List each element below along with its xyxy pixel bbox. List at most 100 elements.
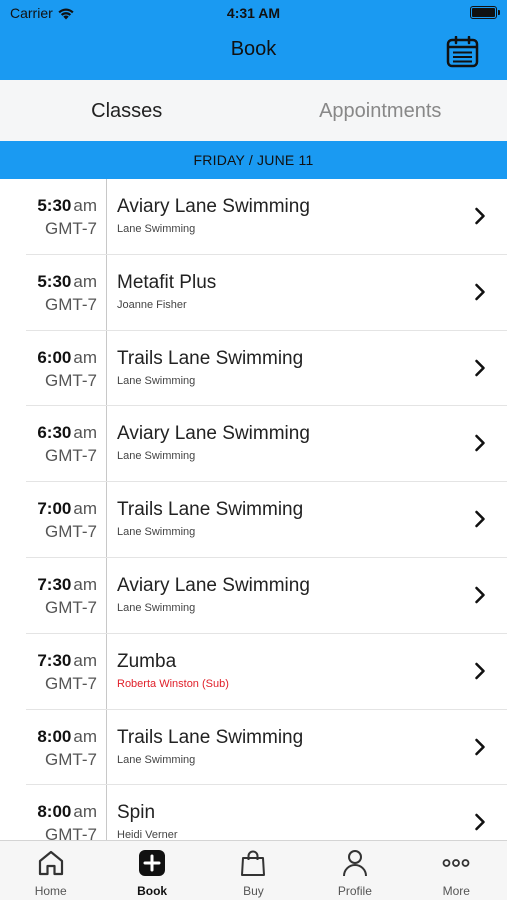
class-name: Trails Lane Swimming bbox=[117, 726, 304, 748]
class-time-value: 8:00 bbox=[37, 802, 72, 822]
class-row[interactable]: 8:00 am GMT-7 Trails Lane Swimming Lane Swim… bbox=[0, 710, 507, 786]
class-name: Aviary Lane Swimming bbox=[117, 574, 310, 596]
class-subtitle: Lane Swimming bbox=[117, 753, 196, 766]
class-name: Trails Lane Swimming bbox=[117, 347, 304, 369]
chevron-right-icon bbox=[475, 586, 485, 604]
tab-classes[interactable]: Classes bbox=[0, 80, 254, 142]
class-time-value: 8:00 bbox=[37, 726, 72, 746]
nav-more-label: More bbox=[442, 884, 470, 898]
status-time: 4:31 AM bbox=[226, 5, 281, 21]
nav-more[interactable]: More bbox=[406, 841, 507, 900]
class-timezone: GMT-7 bbox=[45, 370, 97, 390]
class-row[interactable]: 8:00 am GMT-7 Spin Heidi Verner bbox=[0, 785, 507, 840]
class-subtitle: Lane Swimming bbox=[117, 450, 196, 463]
top-bar: Carrier 4:31 AM Book bbox=[0, 0, 507, 80]
class-name: Trails Lane Swimming bbox=[117, 499, 304, 521]
chevron-right-icon bbox=[475, 662, 485, 680]
calendar-button[interactable] bbox=[446, 35, 479, 68]
class-row[interactable]: 5:30 am GMT-7 Aviary Lane Swimming Lane Swim… bbox=[0, 179, 507, 255]
nav-book[interactable]: Book bbox=[101, 841, 202, 900]
class-time-value: 7:30 bbox=[37, 574, 72, 594]
nav-home-label: Home bbox=[34, 884, 67, 898]
nav-book-label: Book bbox=[137, 884, 168, 898]
class-row[interactable]: 7:30 am GMT-7 Zumba Roberta Winston (Sub) bbox=[0, 634, 507, 710]
class-subtitle: Lane Swimming bbox=[117, 374, 196, 387]
chevron-right-icon bbox=[475, 814, 485, 831]
class-name: Spin bbox=[117, 802, 156, 824]
class-subtitle: Roberta Winston (Sub) bbox=[117, 677, 229, 690]
class-time-ampm: am bbox=[73, 574, 97, 594]
class-time-ampm: am bbox=[73, 347, 97, 367]
class-name: Zumba bbox=[117, 650, 177, 672]
date-header: FRIDAY / JUNE 11 bbox=[0, 141, 507, 179]
nav-buy[interactable]: Buy bbox=[203, 841, 304, 900]
book-plus-icon bbox=[139, 850, 166, 876]
class-subtitle: Joanne Fisher bbox=[117, 298, 187, 311]
class-time: 5:30 am bbox=[37, 196, 97, 216]
class-time: 8:00 am bbox=[37, 802, 97, 822]
class-time-ampm: am bbox=[73, 499, 97, 519]
class-timezone: GMT-7 bbox=[45, 597, 97, 617]
class-subtitle: Heidi Verner bbox=[117, 829, 178, 840]
nav-profile-label: Profile bbox=[337, 884, 372, 898]
class-time: 5:30 am bbox=[37, 272, 97, 292]
class-timezone: GMT-7 bbox=[45, 825, 97, 840]
class-time: 8:00 am bbox=[37, 727, 97, 747]
page-title: Book bbox=[230, 38, 277, 60]
class-time-ampm: am bbox=[73, 650, 97, 670]
class-subtitle: Lane Swimming bbox=[117, 223, 196, 235]
class-timezone: GMT-7 bbox=[45, 673, 97, 693]
class-row[interactable]: 7:00 am GMT-7 Trails Lane Swimming Lane Swim… bbox=[0, 482, 507, 558]
class-time: 7:30 am bbox=[37, 651, 97, 671]
class-row[interactable]: 6:00 am GMT-7 Trails Lane Swimming Lane Swim… bbox=[0, 331, 507, 407]
class-name: Aviary Lane Swimming bbox=[117, 423, 310, 445]
class-name: Metafit Plus bbox=[117, 271, 217, 293]
chevron-right-icon bbox=[475, 435, 485, 452]
class-time-value: 6:30 bbox=[37, 423, 72, 443]
battery-icon bbox=[470, 6, 500, 19]
class-time-value: 7:00 bbox=[37, 499, 72, 519]
nav-buy-label: Buy bbox=[243, 884, 264, 898]
chevron-right-icon bbox=[475, 359, 485, 376]
class-time-ampm: am bbox=[73, 196, 97, 215]
chevron-right-icon bbox=[475, 738, 485, 755]
class-time-value: 5:30 bbox=[37, 196, 72, 215]
class-time-ampm: am bbox=[73, 423, 97, 443]
class-list[interactable]: 5:30 am GMT-7 Aviary Lane Swimming Lane Swim… bbox=[0, 179, 507, 840]
class-time-ampm: am bbox=[73, 726, 97, 746]
class-subtitle: Lane Swimming bbox=[117, 601, 196, 614]
class-time: 6:30 am bbox=[37, 423, 97, 443]
class-timezone: GMT-7 bbox=[45, 446, 97, 466]
class-time-value: 7:30 bbox=[37, 650, 72, 670]
class-subtitle: Lane Swimming bbox=[117, 526, 196, 539]
home-icon bbox=[38, 850, 63, 876]
class-name: Aviary Lane Swimming bbox=[117, 196, 310, 217]
nav-home[interactable]: Home bbox=[0, 841, 101, 900]
class-timezone: GMT-7 bbox=[45, 749, 97, 769]
calendar-icon bbox=[446, 35, 479, 68]
class-time-ampm: am bbox=[73, 802, 97, 822]
status-bar: Carrier 4:31 AM bbox=[0, 0, 507, 28]
nav-profile[interactable]: Profile bbox=[304, 841, 405, 900]
class-row[interactable]: 6:30 am GMT-7 Aviary Lane Swimming Lane Swim… bbox=[0, 406, 507, 482]
booking-tabs: Classes Appointments bbox=[0, 80, 507, 142]
class-timezone: GMT-7 bbox=[45, 522, 97, 542]
tab-appointments[interactable]: Appointments bbox=[254, 80, 507, 142]
class-time: 7:00 am bbox=[37, 499, 97, 519]
class-row[interactable]: 7:30 am GMT-7 Aviary Lane Swimming Lane Swim… bbox=[0, 558, 507, 634]
class-time-ampm: am bbox=[73, 271, 97, 291]
class-timezone: GMT-7 bbox=[45, 294, 97, 314]
chevron-right-icon bbox=[475, 283, 485, 301]
shopping-bag-icon bbox=[241, 850, 266, 876]
class-timezone: GMT-7 bbox=[45, 219, 97, 238]
profile-icon bbox=[342, 850, 367, 877]
more-dots-icon bbox=[442, 859, 470, 867]
class-time: 6:00 am bbox=[37, 348, 97, 368]
chevron-right-icon bbox=[475, 510, 485, 528]
chevron-right-icon bbox=[475, 207, 485, 225]
class-time: 7:30 am bbox=[37, 575, 97, 595]
class-time-value: 6:00 bbox=[37, 347, 72, 367]
class-row[interactable]: 5:30 am GMT-7 Metafit Plus Joanne Fisher bbox=[0, 255, 507, 331]
class-time-value: 5:30 bbox=[37, 271, 72, 291]
bottom-nav: Home Book Buy Profile More bbox=[0, 840, 507, 900]
